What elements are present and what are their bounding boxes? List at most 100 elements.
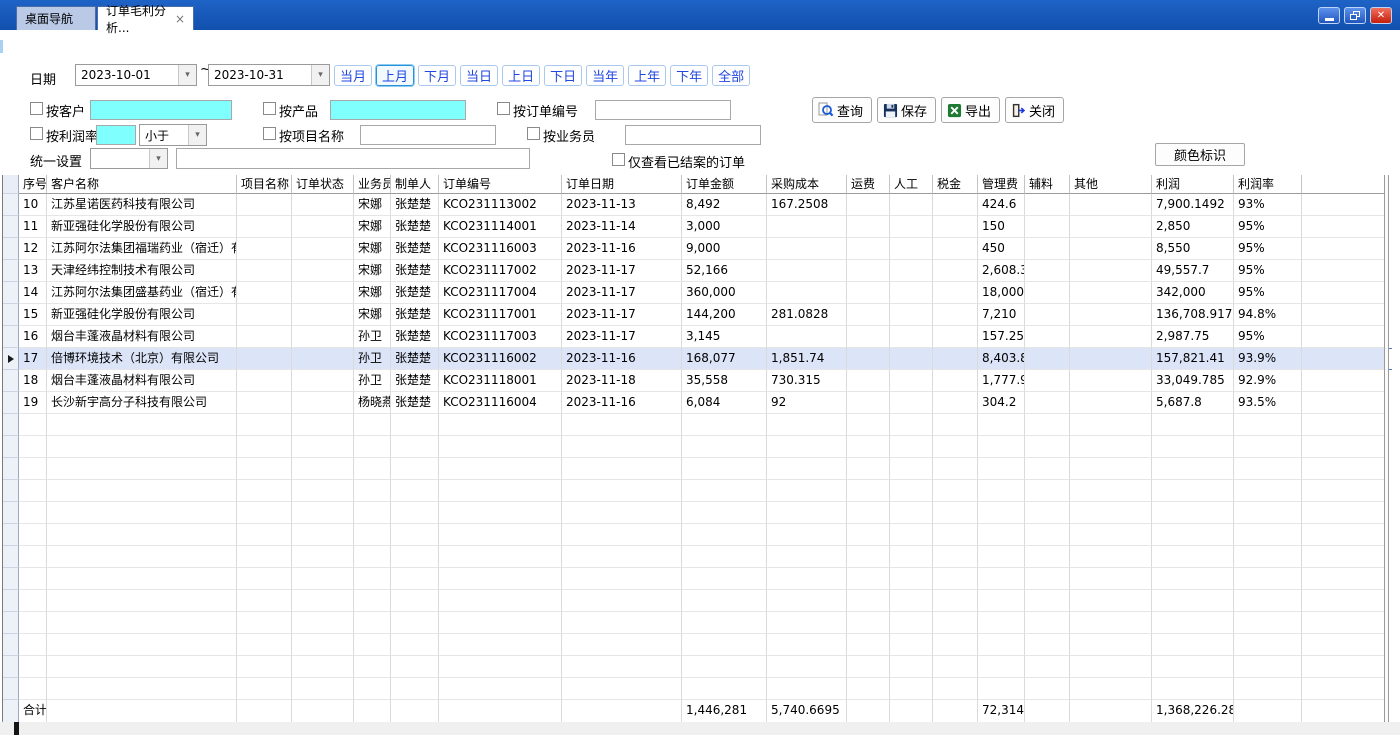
dropdown-arrow-icon[interactable]: ▾ bbox=[188, 125, 206, 145]
cell-aux[interactable] bbox=[1025, 216, 1070, 238]
by-product-checkbox[interactable] bbox=[263, 102, 276, 115]
product-input[interactable] bbox=[330, 100, 466, 120]
cell-amount[interactable]: 144,200 bbox=[682, 304, 767, 326]
cell-mgmt_fee[interactable]: 157.25 bbox=[978, 326, 1025, 348]
row-selector[interactable] bbox=[3, 370, 19, 392]
cell-profit_rate[interactable]: 95% bbox=[1234, 238, 1302, 260]
cell-salesman[interactable]: 宋娜 bbox=[354, 260, 391, 282]
cell-project[interactable] bbox=[237, 304, 292, 326]
cell-order_no[interactable]: KCO231116004 bbox=[439, 392, 562, 414]
cell-profit[interactable]: 342,000 bbox=[1152, 282, 1234, 304]
cell-creator[interactable]: 张楚楚 bbox=[391, 348, 439, 370]
cell-creator[interactable]: 张楚楚 bbox=[391, 194, 439, 216]
table-row[interactable]: 14江苏阿尔法集团盛基药业（宿迁）有限公司宋娜张楚楚KCO23111700420… bbox=[3, 282, 1392, 304]
cell-project[interactable] bbox=[237, 282, 292, 304]
cell-customer[interactable]: 长沙新宇高分子科技有限公司 bbox=[47, 392, 237, 414]
cell-order_no[interactable]: KCO231117003 bbox=[439, 326, 562, 348]
unified-setting-combobox[interactable]: ▾ bbox=[90, 148, 168, 169]
cell-other[interactable] bbox=[1070, 238, 1152, 260]
column-header-order_date[interactable]: 订单日期 bbox=[562, 175, 682, 194]
row-selector[interactable] bbox=[3, 238, 19, 260]
cell-labor[interactable] bbox=[890, 194, 933, 216]
table-row[interactable]: 13天津经纬控制技术有限公司宋娜张楚楚KCO2311170022023-11-1… bbox=[3, 260, 1392, 282]
cell-other[interactable] bbox=[1070, 216, 1152, 238]
row-selector[interactable] bbox=[3, 304, 19, 326]
cell-tax[interactable] bbox=[933, 282, 978, 304]
cell-aux[interactable] bbox=[1025, 304, 1070, 326]
cell-status[interactable] bbox=[292, 216, 354, 238]
cell-project[interactable] bbox=[237, 370, 292, 392]
cell-freight[interactable] bbox=[847, 304, 890, 326]
only-closed-checkbox[interactable] bbox=[612, 153, 625, 166]
cell-customer[interactable]: 新亚强硅化学股份有限公司 bbox=[47, 304, 237, 326]
cell-creator[interactable]: 张楚楚 bbox=[391, 326, 439, 348]
cell-aux[interactable] bbox=[1025, 348, 1070, 370]
cell-seq[interactable]: 16 bbox=[19, 326, 47, 348]
quick-date-button[interactable]: 当年 bbox=[586, 65, 624, 86]
cell-amount[interactable]: 8,492 bbox=[682, 194, 767, 216]
by-customer-checkbox[interactable] bbox=[30, 102, 43, 115]
row-selector[interactable] bbox=[3, 216, 19, 238]
tab-close-icon[interactable]: × bbox=[175, 14, 185, 24]
cell-order_no[interactable]: KCO231117001 bbox=[439, 304, 562, 326]
cell-profit[interactable]: 2,850 bbox=[1152, 216, 1234, 238]
cell-freight[interactable] bbox=[847, 216, 890, 238]
cell-customer[interactable]: 新亚强硅化学股份有限公司 bbox=[47, 216, 237, 238]
cell-profit[interactable]: 5,687.8 bbox=[1152, 392, 1234, 414]
scroll-thumb[interactable] bbox=[14, 722, 19, 735]
cell-mgmt_fee[interactable]: 7,210 bbox=[978, 304, 1025, 326]
cell-status[interactable] bbox=[292, 392, 354, 414]
cell-seq[interactable]: 12 bbox=[19, 238, 47, 260]
cell-creator[interactable]: 张楚楚 bbox=[391, 392, 439, 414]
cell-mgmt_fee[interactable]: 450 bbox=[978, 238, 1025, 260]
cell-tax[interactable] bbox=[933, 370, 978, 392]
cell-freight[interactable] bbox=[847, 238, 890, 260]
column-header-mgmt_fee[interactable]: 管理费 bbox=[978, 175, 1025, 194]
cell-other[interactable] bbox=[1070, 260, 1152, 282]
profit-rate-input[interactable] bbox=[96, 125, 136, 145]
row-selector[interactable] bbox=[3, 194, 19, 216]
cell-profit[interactable]: 49,557.7 bbox=[1152, 260, 1234, 282]
column-header-tax[interactable]: 税金 bbox=[933, 175, 978, 194]
cell-labor[interactable] bbox=[890, 326, 933, 348]
dropdown-arrow-icon[interactable]: ▾ bbox=[178, 65, 196, 85]
cell-cost[interactable] bbox=[767, 216, 847, 238]
unified-setting-input[interactable] bbox=[176, 148, 530, 169]
cell-aux[interactable] bbox=[1025, 392, 1070, 414]
table-row[interactable]: 17倍博环境技术（北京）有限公司孙卫张楚楚KCO2311160022023-11… bbox=[3, 348, 1392, 370]
quick-date-button[interactable]: 下月 bbox=[418, 65, 456, 86]
cell-profit[interactable]: 2,987.75 bbox=[1152, 326, 1234, 348]
cell-order_date[interactable]: 2023-11-16 bbox=[562, 238, 682, 260]
column-header-status[interactable]: 订单状态 bbox=[292, 175, 354, 194]
cell-freight[interactable] bbox=[847, 326, 890, 348]
vertical-scrollbar[interactable] bbox=[1384, 175, 1389, 722]
table-row[interactable]: 19长沙新宇高分子科技有限公司杨晓燕张楚楚KCO2311160042023-11… bbox=[3, 392, 1392, 414]
row-selector[interactable] bbox=[3, 282, 19, 304]
export-button[interactable]: 导出 bbox=[941, 97, 1000, 123]
cell-amount[interactable]: 3,145 bbox=[682, 326, 767, 348]
cell-customer[interactable]: 江苏星诺医药科技有限公司 bbox=[47, 194, 237, 216]
cell-aux[interactable] bbox=[1025, 370, 1070, 392]
color-mark-button[interactable]: 颜色标识 bbox=[1155, 143, 1245, 166]
cell-mgmt_fee[interactable]: 2,608.3 bbox=[978, 260, 1025, 282]
cell-order_date[interactable]: 2023-11-16 bbox=[562, 392, 682, 414]
cell-project[interactable] bbox=[237, 238, 292, 260]
cell-status[interactable] bbox=[292, 282, 354, 304]
table-row[interactable]: 11新亚强硅化学股份有限公司宋娜张楚楚KCO2311140012023-11-1… bbox=[3, 216, 1392, 238]
cell-order_date[interactable]: 2023-11-17 bbox=[562, 260, 682, 282]
cell-order_no[interactable]: KCO231116002 bbox=[439, 348, 562, 370]
tab-order-profit-analysis[interactable]: 订单毛利分析... × bbox=[97, 6, 194, 30]
cell-labor[interactable] bbox=[890, 282, 933, 304]
cell-project[interactable] bbox=[237, 392, 292, 414]
cell-amount[interactable]: 6,084 bbox=[682, 392, 767, 414]
cell-amount[interactable]: 168,077 bbox=[682, 348, 767, 370]
dropdown-arrow-icon[interactable]: ▾ bbox=[311, 65, 329, 85]
cell-status[interactable] bbox=[292, 370, 354, 392]
cell-seq[interactable]: 14 bbox=[19, 282, 47, 304]
cell-status[interactable] bbox=[292, 326, 354, 348]
cell-project[interactable] bbox=[237, 348, 292, 370]
cell-profit_rate[interactable]: 95% bbox=[1234, 216, 1302, 238]
cell-seq[interactable]: 19 bbox=[19, 392, 47, 414]
cell-profit_rate[interactable]: 95% bbox=[1234, 260, 1302, 282]
cell-cost[interactable] bbox=[767, 238, 847, 260]
